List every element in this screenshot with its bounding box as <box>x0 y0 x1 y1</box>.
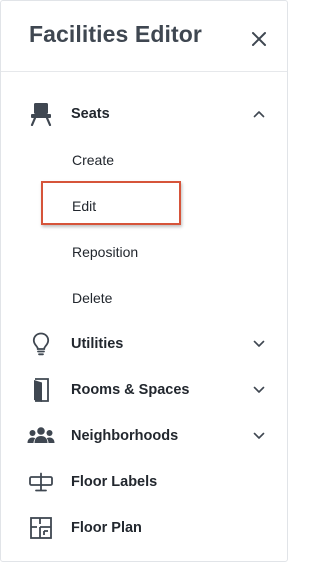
menu-item-neighborhoods-label: Neighborhoods <box>71 428 179 444</box>
chair-icon <box>27 100 55 128</box>
chevron-down-icon[interactable] <box>251 382 267 398</box>
seats-submenu-create[interactable]: Create <box>1 137 287 183</box>
chevron-up-icon[interactable] <box>251 106 267 122</box>
chevron-down-icon[interactable] <box>251 428 267 444</box>
menu-item-seats-label: Seats <box>71 106 110 122</box>
menu-item-floor-plan[interactable]: Floor Plan <box>1 505 287 551</box>
submenu-label: Reposition <box>72 244 139 260</box>
lightbulb-icon <box>27 330 55 358</box>
menu-item-utilities[interactable]: Utilities <box>1 321 287 367</box>
submenu-label: Delete <box>72 290 113 306</box>
menu-item-floor-labels-label: Floor Labels <box>71 474 158 490</box>
panel-title: Facilities Editor <box>29 21 202 47</box>
close-button[interactable] <box>247 27 271 51</box>
menu-item-rooms-label: Rooms & Spaces <box>71 382 190 398</box>
floor-plan-icon <box>27 514 55 542</box>
submenu-label: Edit <box>72 198 97 214</box>
menu-item-utilities-label: Utilities <box>71 336 124 352</box>
sign-icon <box>27 468 55 496</box>
chevron-down-icon[interactable] <box>251 336 267 352</box>
seats-submenu-delete[interactable]: Delete <box>1 275 287 321</box>
menu-item-floor-plan-label: Floor Plan <box>71 520 142 536</box>
submenu-label: Create <box>72 152 115 168</box>
seats-submenu-reposition[interactable]: Reposition <box>1 229 287 275</box>
people-group-icon <box>27 422 55 450</box>
close-icon <box>251 31 267 47</box>
seats-submenu-edit[interactable]: Edit <box>1 183 287 229</box>
door-icon <box>27 376 55 404</box>
menu-item-seats[interactable]: Seats <box>1 91 287 137</box>
menu-item-neighborhoods[interactable]: Neighborhoods <box>1 413 287 459</box>
menu-item-floor-labels[interactable]: Floor Labels <box>1 459 287 505</box>
panel-header: Facilities Editor <box>1 1 287 72</box>
facilities-editor-panel: Facilities Editor Seats Create Edit Repo… <box>0 0 288 562</box>
menu-item-rooms-spaces[interactable]: Rooms & Spaces <box>1 367 287 413</box>
